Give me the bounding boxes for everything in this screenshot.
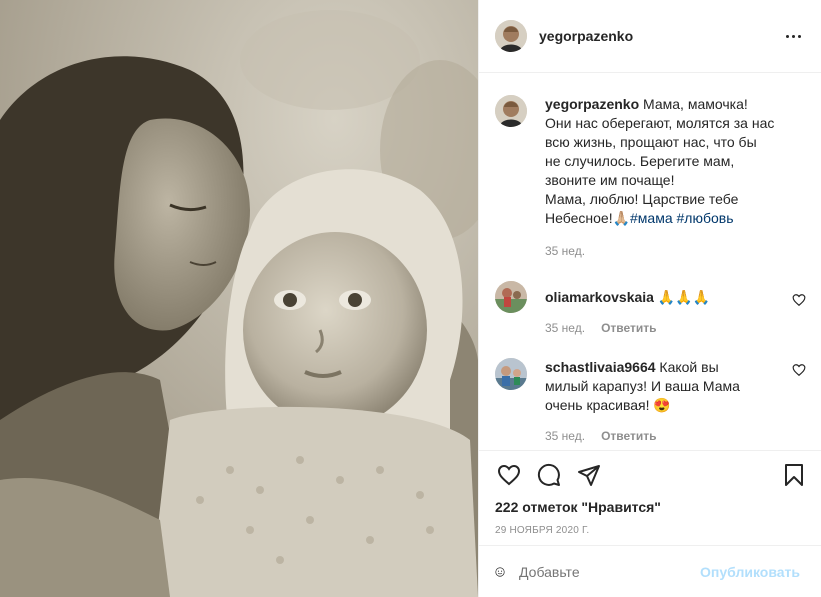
- comment-body: oliamarkovskaia 🙏🙏🙏 35 нед. Ответить: [545, 281, 795, 338]
- comment-username[interactable]: schastlivaia9664: [545, 359, 656, 375]
- caption-time[interactable]: 35 нед.: [545, 242, 585, 261]
- more-options-icon[interactable]: [781, 24, 805, 48]
- post-header: yegorpazenko: [479, 0, 821, 73]
- caption-line: Небесное!🙏🏼: [545, 210, 631, 226]
- caption-line: не случилось. Берегите мам,: [545, 153, 735, 169]
- comment-text: очень красивая! 😍: [545, 397, 671, 413]
- comment-like-icon[interactable]: [792, 363, 806, 377]
- caption-line: всю жизнь, прощают нас, что бы: [545, 134, 757, 150]
- bookmark-icon[interactable]: [780, 461, 808, 489]
- comment-text: милый карапуз! И ваша Мама: [545, 378, 740, 394]
- emoji-icon[interactable]: [495, 559, 505, 585]
- comment-meta: 35 нед. Ответить: [545, 319, 795, 338]
- likes-count[interactable]: 222 отметок "Нравится": [495, 499, 806, 515]
- comment-like-icon[interactable]: [792, 293, 806, 307]
- commenter-avatar[interactable]: [495, 358, 527, 390]
- add-comment-bar: Опубликовать: [479, 545, 821, 597]
- caption-line: Мама, мамочка!: [643, 96, 748, 112]
- caption-avatar[interactable]: [495, 95, 527, 127]
- post-side-panel: yegorpazenko yegorpazenko Мама, мамочка!…: [478, 0, 821, 597]
- post-dialog: yegorpazenko yegorpazenko Мама, мамочка!…: [0, 0, 821, 597]
- avatar-image: [495, 95, 527, 127]
- publish-button[interactable]: Опубликовать: [700, 564, 800, 580]
- action-icons: [495, 453, 806, 497]
- avatar-image: [495, 281, 527, 313]
- caption-username[interactable]: yegorpazenko: [545, 96, 639, 112]
- comment-icon[interactable]: [535, 461, 563, 489]
- share-icon[interactable]: [575, 461, 603, 489]
- author-username[interactable]: yegorpazenko: [539, 28, 633, 44]
- avatar-image: [495, 358, 527, 390]
- caption-body: yegorpazenko Мама, мамочка! Они нас обер…: [545, 95, 806, 261]
- comment: oliamarkovskaia 🙏🙏🙏 35 нед. Ответить: [495, 281, 806, 338]
- comment-text: 🙏🙏🙏: [657, 289, 711, 305]
- caption: yegorpazenko Мама, мамочка! Они нас обер…: [495, 95, 806, 261]
- comment-meta: 35 нед. Ответить: [545, 427, 795, 446]
- caption-line: Мама, люблю! Царствие тебе: [545, 191, 739, 207]
- caption-meta: 35 нед.: [545, 242, 806, 261]
- comment-time[interactable]: 35 нед.: [545, 319, 585, 338]
- avatar-image: [495, 20, 527, 52]
- caption-line: Они нас оберегают, молятся за нас: [545, 115, 775, 131]
- comment-username[interactable]: oliamarkovskaia: [545, 289, 654, 305]
- post-photo[interactable]: [0, 0, 478, 597]
- comments-section: yegorpazenko Мама, мамочка! Они нас обер…: [479, 73, 821, 450]
- comment: schastlivaia9664 Какой вы милый карапуз!…: [495, 358, 806, 446]
- caption-line: звоните им почаще!: [545, 172, 675, 188]
- author-avatar[interactable]: [495, 20, 527, 52]
- commenter-avatar[interactable]: [495, 281, 527, 313]
- reply-button[interactable]: Ответить: [601, 319, 656, 338]
- hashtag-link[interactable]: #любовь: [677, 210, 734, 226]
- hashtag-link[interactable]: #мама: [630, 210, 673, 226]
- sepia-photo-mother-and-baby: [0, 0, 478, 597]
- post-date[interactable]: 29 ноября 2020 г.: [495, 525, 806, 536]
- comment-text: Какой вы: [659, 359, 719, 375]
- comment-body: schastlivaia9664 Какой вы милый карапуз!…: [545, 358, 795, 446]
- reply-button[interactable]: Ответить: [601, 427, 656, 446]
- comment-input[interactable]: [519, 563, 701, 580]
- comment-time[interactable]: 35 нед.: [545, 427, 585, 446]
- heart-icon[interactable]: [495, 461, 523, 489]
- post-actions: 222 отметок "Нравится" 29 ноября 2020 г.: [479, 450, 821, 536]
